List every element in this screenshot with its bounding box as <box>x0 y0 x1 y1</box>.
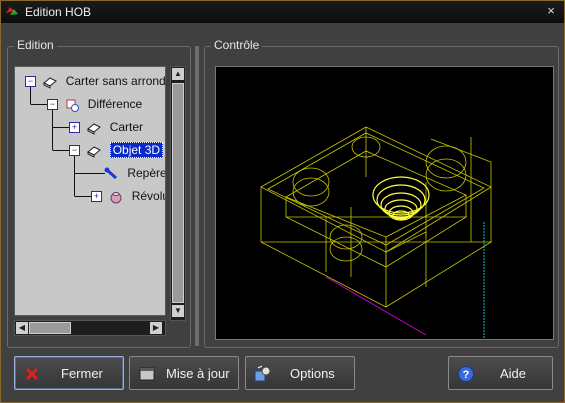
expand-icon[interactable]: + <box>69 122 80 134</box>
close-button[interactable]: Fermer <box>14 356 124 390</box>
3d-viewport[interactable] <box>215 66 554 340</box>
expand-icon[interactable]: + <box>91 191 102 203</box>
object-tree[interactable]: − Carter sans arrondis − Différence + Ca… <box>14 66 166 316</box>
scroll-down-icon[interactable]: ▼ <box>172 305 184 317</box>
title-bar: Edition HOB × <box>1 1 564 23</box>
scroll-right-icon[interactable]: ▶ <box>150 322 162 334</box>
update-button[interactable]: Mise à jour <box>129 356 239 390</box>
close-button-label: Fermer <box>61 366 103 381</box>
controle-group: Contrôle <box>204 38 559 348</box>
edition-group: Edition − Carter sans arrondis − Différe… <box>7 38 191 348</box>
collapse-icon[interactable]: − <box>69 145 80 157</box>
controle-group-label: Contrôle <box>211 38 263 52</box>
part-icon <box>87 123 102 135</box>
tree-node-label: Différence <box>87 97 143 111</box>
window-icon <box>139 367 155 381</box>
part-icon <box>87 146 102 158</box>
tree-node-label-selected: Objet 3D <box>109 142 164 158</box>
tree-node-carter-sans-arrondis[interactable]: − Carter sans arrondis <box>25 72 166 90</box>
panel-splitter[interactable] <box>195 46 199 346</box>
scroll-left-icon[interactable]: ◀ <box>16 322 28 334</box>
tree-node-carter[interactable]: + Carter <box>69 118 143 136</box>
tree-vertical-scrollbar[interactable]: ▲ ▼ <box>170 66 186 321</box>
tree-node-label: Carter sans arrondis <box>65 74 166 88</box>
svg-text:?: ? <box>463 369 470 381</box>
help-button[interactable]: ? Aide <box>448 356 553 390</box>
collapse-icon[interactable]: − <box>47 99 58 111</box>
wireframe-model <box>260 126 493 339</box>
red-x-icon <box>25 367 39 381</box>
tree-node-revolution[interactable]: + Révolution <box>91 187 165 205</box>
tree-node-repere[interactable]: Repère <box>104 164 166 182</box>
options-button[interactable]: Options <box>245 356 355 390</box>
scroll-up-icon[interactable]: ▲ <box>172 68 184 80</box>
revolution-icon <box>110 191 122 204</box>
options-button-label: Options <box>290 366 335 381</box>
options-icon <box>254 365 271 382</box>
collapse-icon[interactable]: − <box>25 76 36 88</box>
tree-node-objet-3d[interactable]: − Objet 3D <box>69 141 164 159</box>
tree-horizontal-scrollbar[interactable]: ◀ ▶ <box>14 320 166 336</box>
scroll-thumb[interactable] <box>29 322 71 334</box>
tree-node-label: Révolution <box>131 189 165 203</box>
tree-node-difference[interactable]: − Différence <box>47 95 142 113</box>
part-icon <box>43 77 58 89</box>
window: Edition HOB × Edition − Carter sans arro… <box>0 0 565 403</box>
scroll-thumb[interactable] <box>172 83 184 303</box>
tree-node-label: Repère <box>127 166 166 180</box>
wrench-icon <box>104 167 117 179</box>
close-icon[interactable]: × <box>544 4 558 18</box>
boolean-difference-icon <box>66 99 80 112</box>
update-button-label: Mise à jour <box>166 366 230 381</box>
window-title: Edition HOB <box>25 5 92 19</box>
edition-group-label: Edition <box>14 38 57 52</box>
tree-node-label: Carter <box>109 120 144 134</box>
help-icon: ? <box>458 366 474 382</box>
help-button-label: Aide <box>500 366 527 381</box>
app-icon <box>6 7 18 15</box>
